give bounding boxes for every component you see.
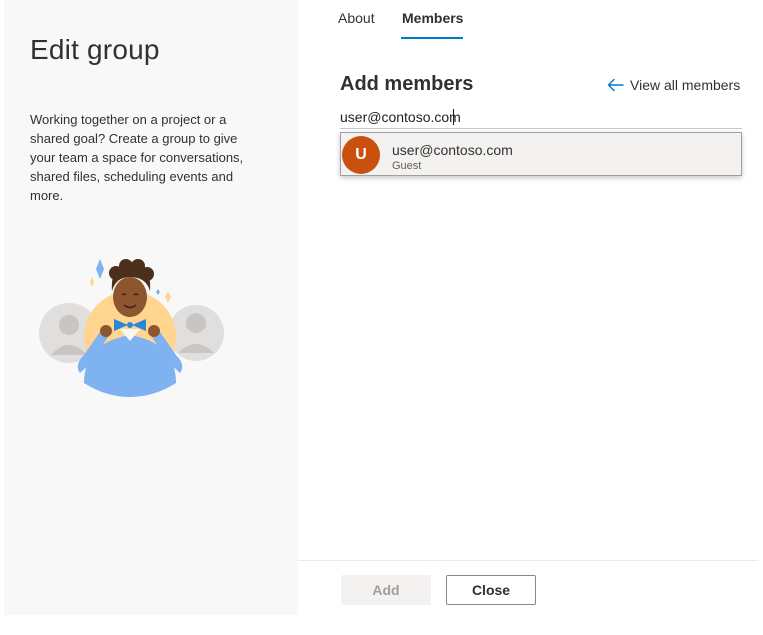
close-button[interactable]: Close: [446, 575, 536, 605]
footer-divider: [298, 560, 758, 561]
suggestion-name: user@contoso.com: [392, 142, 513, 158]
section-title: Add members: [340, 73, 474, 95]
left-pane: Edit group Working together on a project…: [4, 0, 298, 615]
arrow-left-icon: [607, 78, 624, 92]
suggestion-type: Guest: [392, 160, 422, 172]
page-description: Working together on a project or a share…: [30, 112, 244, 203]
text-caret: [453, 109, 454, 125]
add-button[interactable]: Add: [341, 575, 431, 605]
tab-members[interactable]: Members: [402, 10, 463, 26]
avatar: U: [342, 136, 380, 174]
view-all-members-link[interactable]: View all members: [607, 76, 740, 94]
tab-about[interactable]: About: [338, 10, 375, 26]
add-members-input[interactable]: [340, 106, 742, 129]
view-all-members-label: View all members: [630, 77, 741, 93]
member-suggestion[interactable]: U user@contoso.com Guest: [340, 132, 742, 176]
team-illustration: [39, 259, 224, 397]
page-title: Edit group: [30, 34, 160, 65]
tab-selected-indicator: [401, 37, 463, 39]
